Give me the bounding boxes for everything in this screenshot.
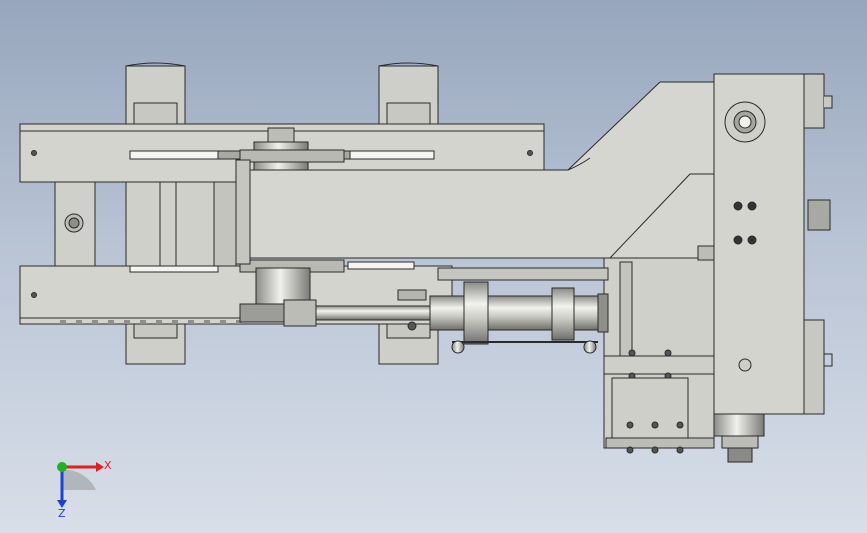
swing-arm (235, 81, 717, 265)
z-axis-label: Z (58, 507, 66, 520)
coordinate-triad: X Z (57, 459, 112, 520)
rotary-coupling (713, 413, 765, 463)
top-clamp-right (378, 62, 439, 130)
y-axis-marker (57, 462, 67, 472)
cad-viewport[interactable]: X Z (0, 0, 867, 533)
lower-frame (603, 245, 715, 454)
bottom-clamp-left (125, 317, 186, 365)
vertical-posts (54, 181, 237, 269)
x-axis-label: X (104, 459, 112, 472)
right-column (713, 73, 833, 415)
top-clamp-left (125, 62, 186, 130)
assembly-drawing: X Z (19, 62, 833, 520)
